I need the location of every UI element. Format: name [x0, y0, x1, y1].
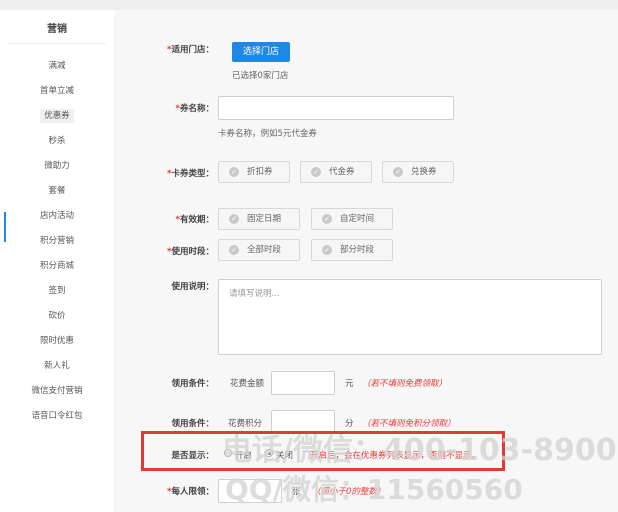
select-store-button[interactable]: 选择门店	[232, 42, 290, 62]
description-label: 使用说明：	[171, 282, 214, 292]
sidebar-item-label: 秒杀	[48, 136, 66, 146]
coupon-name-input[interactable]	[218, 96, 454, 120]
sidebar-item-label: 微助力	[44, 161, 70, 171]
sidebar-item-label: 新人礼	[44, 361, 70, 371]
check-circle-icon: ✓	[229, 214, 239, 224]
coupon-name-hint: 卡券名称，例如5元代金券	[218, 129, 317, 139]
condition-amount-prefix: 花费金额	[230, 379, 265, 389]
sidebar-item-limited-offer[interactable]: 限时优惠	[8, 334, 106, 348]
top-bar	[0, 0, 618, 10]
sidebar-item-points-mall[interactable]: 积分商城	[8, 259, 106, 273]
coupon-type-label: *卡券类型：	[167, 169, 214, 179]
period-option-partial[interactable]: ✓ 部分时段	[311, 239, 393, 261]
sidebar-item-flash-sale[interactable]: 秒杀	[8, 134, 106, 148]
condition-amount-note: （若不填则免费领取）	[362, 379, 448, 389]
period-option-all[interactable]: ✓ 全部时段	[218, 239, 300, 261]
condition-amount-unit: 元	[345, 379, 354, 389]
check-circle-icon: ✓	[229, 167, 239, 177]
check-circle-icon: ✓	[322, 214, 332, 224]
sidebar-item-label: 店内活动	[39, 211, 74, 221]
sidebar-item-points-marketing[interactable]: 积分营销	[8, 234, 106, 248]
sidebar-item-checkin[interactable]: 签到	[8, 284, 106, 298]
sidebar-item-label: 积分商城	[39, 261, 74, 271]
sidebar-item-new-user-gift[interactable]: 新人礼	[8, 359, 106, 373]
sidebar-item-label: 限时优惠	[39, 336, 74, 346]
validity-label: *有效期：	[175, 215, 214, 225]
sidebar-item-bargain[interactable]: 砍价	[8, 309, 106, 323]
store-label: *适用门店：	[167, 45, 214, 55]
sidebar-item-label: 微信支付营销	[31, 386, 83, 396]
sidebar-item-manjian[interactable]: 满减	[8, 59, 106, 73]
watermark-qq: QQ/微信：11560560	[225, 473, 523, 506]
condition-amount-label: 领用条件：	[171, 379, 214, 389]
validity-option-custom[interactable]: ✓ 自定时间	[311, 208, 393, 230]
sidebar-item-label: 套餐	[48, 186, 66, 196]
type-option-cash[interactable]: ✓ 代金券	[300, 161, 372, 183]
check-circle-icon: ✓	[311, 167, 321, 177]
store-hint: 已选择0家门店	[232, 71, 289, 81]
check-circle-icon: ✓	[322, 245, 332, 255]
watermark-phone: 电话/微信：400-103-8900	[222, 433, 617, 468]
sidebar-item-wechat-pay[interactable]: 微信支付营销	[8, 384, 106, 398]
sidebar: 营销 满减 首单立减 优惠券 秒杀 微助力 套餐 店内活动 积分营销 积分商城 …	[8, 10, 106, 512]
coupon-name-label: *券名称：	[175, 104, 214, 114]
sidebar-title: 营销	[47, 24, 67, 35]
sidebar-item-label: 满减	[48, 61, 66, 71]
limit-label: *每人限领：	[167, 487, 214, 497]
active-section-marker	[4, 212, 6, 242]
validity-option-fixed[interactable]: ✓ 固定日期	[218, 208, 300, 230]
type-option-discount[interactable]: ✓ 折扣券	[218, 161, 290, 183]
check-circle-icon: ✓	[393, 167, 403, 177]
sidebar-item-label: 优惠券	[40, 109, 74, 123]
check-circle-icon: ✓	[229, 245, 239, 255]
sidebar-item-coupon[interactable]: 优惠券	[8, 109, 106, 123]
sidebar-item-voice-redpacket[interactable]: 语音口令红包	[8, 409, 106, 423]
sidebar-item-label: 砍价	[48, 311, 66, 321]
sidebar-item-label: 首单立减	[39, 86, 74, 96]
sidebar-item-micro-boost[interactable]: 微助力	[8, 159, 106, 173]
sidebar-item-package[interactable]: 套餐	[8, 184, 106, 198]
type-option-exchange[interactable]: ✓ 兑换券	[382, 161, 454, 183]
sidebar-item-label: 语音口令红包	[31, 411, 83, 421]
condition-amount-input[interactable]	[271, 371, 335, 395]
description-textarea[interactable]: 请填写说明...	[218, 279, 602, 355]
sidebar-item-in-store[interactable]: 店内活动	[8, 209, 106, 223]
sidebar-divider	[8, 43, 106, 44]
sidebar-item-first-order[interactable]: 首单立减	[8, 84, 106, 98]
sidebar-item-label: 签到	[48, 286, 66, 296]
condition-points-label: 领用条件：	[171, 419, 214, 429]
sidebar-item-label: 积分营销	[39, 236, 74, 246]
period-label: *使用时段：	[167, 247, 214, 257]
